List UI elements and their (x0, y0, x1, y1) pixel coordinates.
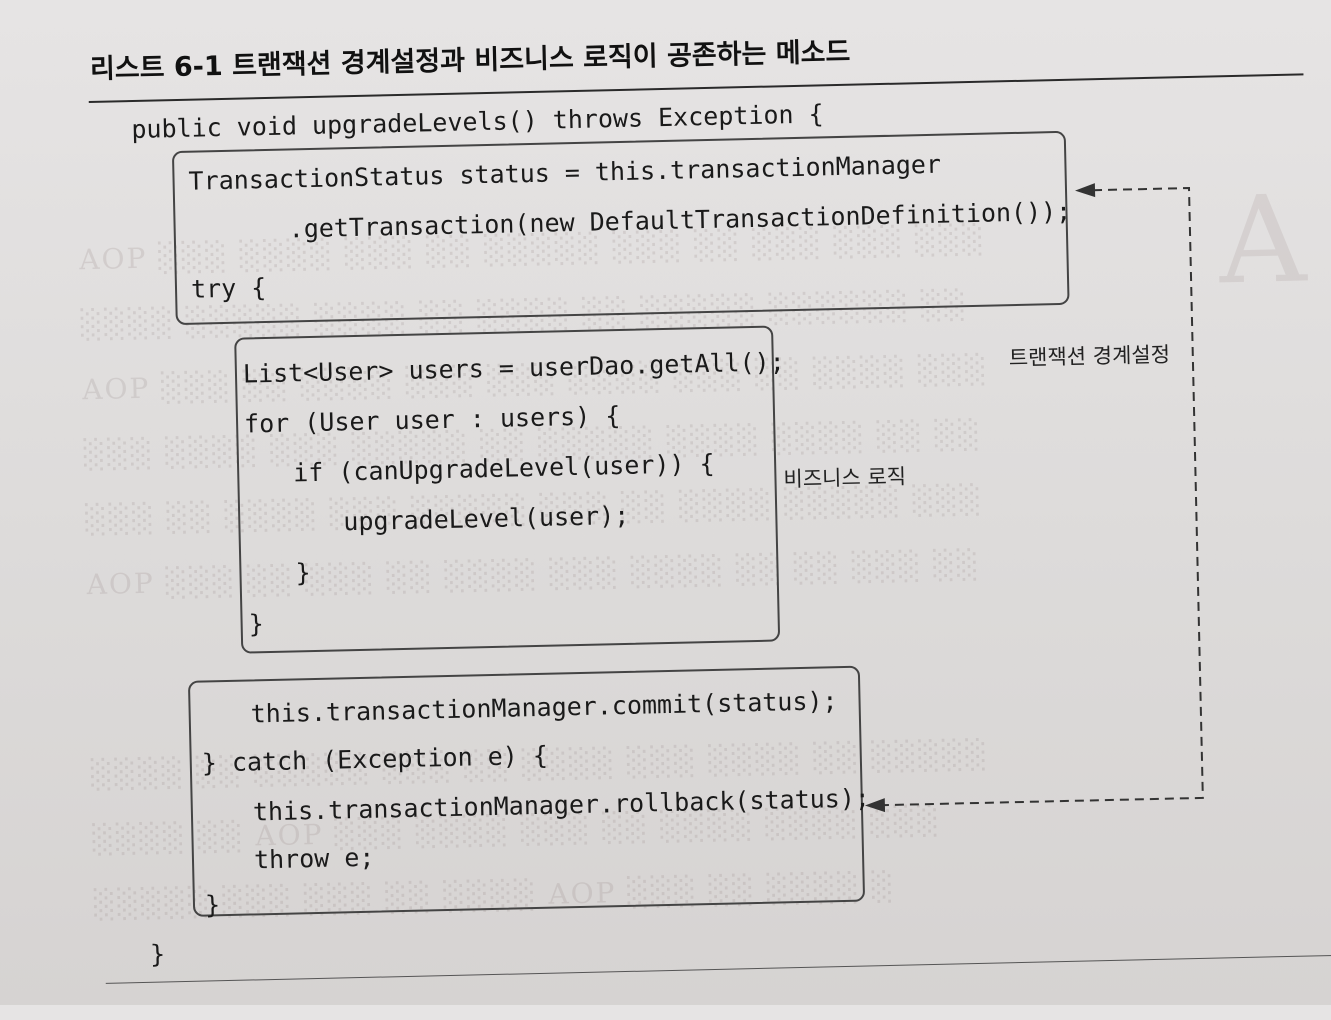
arrow-head-top (1075, 183, 1096, 198)
dashed-connector-arrows (864, 183, 1204, 813)
arrow-head-bottom (864, 798, 886, 813)
dashed-bracket-line (880, 187, 1204, 807)
book-page: A AOP ░░░ ░░░░ ░░░ ░░ ░░░░░ ░░░ ░░ ░░░ ░… (0, 0, 1331, 1020)
